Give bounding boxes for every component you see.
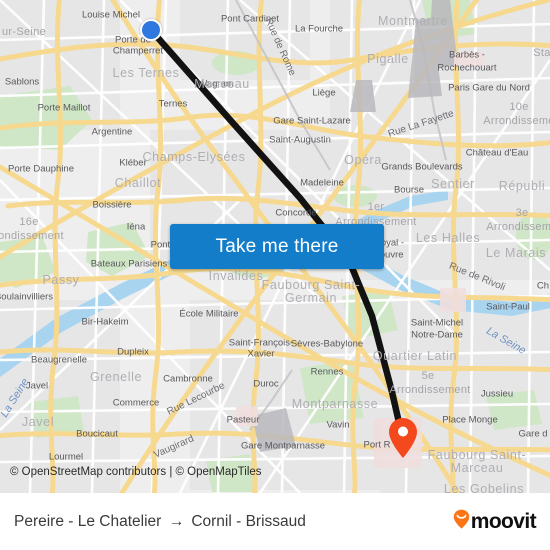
map-attribution: © OpenStreetMap contributors | © OpenMap…: [10, 466, 262, 478]
moovit-pin-icon: [453, 509, 470, 534]
arrow-right-icon: →: [168, 512, 185, 530]
trip-summary: Pereire - Le Chatelier → Cornil - Brissa…: [14, 513, 306, 531]
trip-origin-label: Pereire - Le Chatelier: [14, 512, 162, 530]
map-canvas[interactable]: Louise Michel ur-Seine Porte de Champerret L…: [0, 0, 550, 493]
moovit-wordmark: moovit: [470, 509, 537, 533]
origin-dot[interactable]: [140, 19, 162, 41]
trip-destination-label: Cornil - Brissaud: [191, 512, 306, 530]
take-me-there-button[interactable]: Take me there: [170, 224, 384, 269]
trip-footer: Pereire - Le Chatelier → Cornil - Brissa…: [0, 493, 550, 550]
moovit-trip-preview: Louise Michel ur-Seine Porte de Champerret L…: [0, 0, 550, 550]
moovit-logo: moovit: [453, 509, 537, 534]
destination-pin[interactable]: [388, 417, 418, 459]
